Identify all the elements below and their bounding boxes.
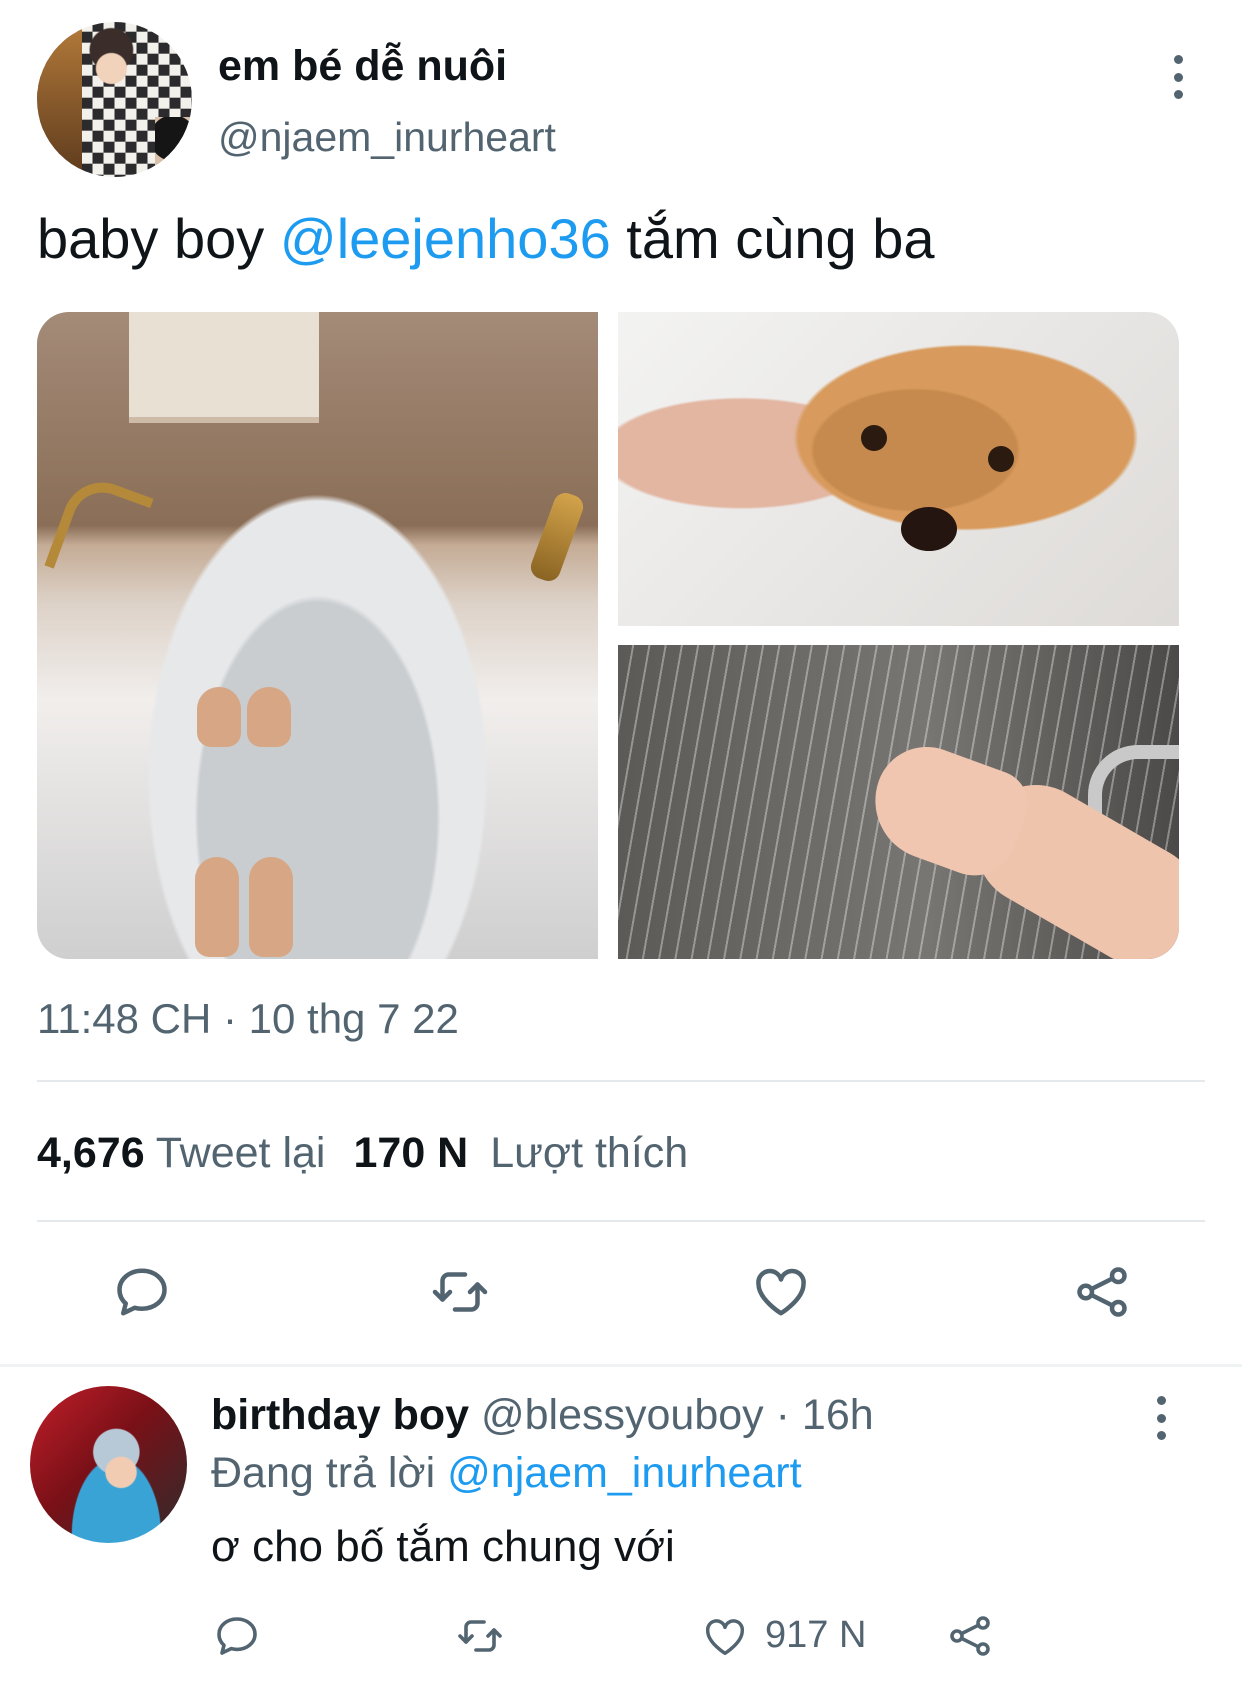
reply-like-count[interactable]: 917 N [765,1612,866,1658]
reply-text: ơ cho bố tắm chung với [211,1522,675,1571]
retweet-label[interactable]: Tweet lại [156,1129,326,1177]
reply-icon[interactable] [112,1262,172,1322]
retweet-count[interactable]: 4,676 [37,1129,145,1177]
tweet-text-before: baby boy [37,207,280,270]
more-options-icon[interactable] [1160,55,1196,99]
share-icon[interactable] [1072,1262,1132,1322]
like-label[interactable]: Lượt thích [490,1129,688,1177]
feet-detail [247,687,291,747]
tweet-text-after: tắm cùng ba [610,207,935,270]
divider [37,1220,1205,1222]
feet-detail [197,687,241,747]
reply-reply-icon[interactable] [213,1612,261,1660]
towel-detail [129,312,319,423]
media-photo-bathtub[interactable] [37,312,598,959]
reply-more-options-icon[interactable] [1143,1396,1179,1440]
author-avatar[interactable] [37,22,192,177]
media-photo-puppy[interactable] [618,312,1179,626]
tweet-text: baby boy @leejenho36 tắm cùng ba [37,204,934,274]
tweet-timestamp[interactable]: 11:48 CH · 10 thg 7 22 [37,993,459,1045]
divider [37,1080,1205,1082]
reply-retweet-icon[interactable] [454,1612,506,1660]
tweet-mention-link[interactable]: @leejenho36 [280,207,611,270]
section-separator [0,1364,1242,1367]
feet-detail [195,857,239,957]
puppy-eye [861,425,887,451]
retweet-icon[interactable] [428,1262,492,1322]
heart-icon[interactable] [750,1262,812,1322]
replying-prefix: Đang trả lời [211,1449,448,1497]
reply-display-name[interactable]: birthday boy [211,1391,469,1439]
author-handle[interactable]: @njaem_inurheart [218,112,556,162]
reply-handle[interactable]: @blessyouboy [481,1391,764,1439]
feet-detail [249,857,293,957]
reply-author-avatar[interactable] [30,1386,187,1543]
author-display-name[interactable]: em bé dễ nuôi [218,40,507,92]
tweet-stats: 4,676 Tweet lại 170 N Lượt thích [37,1126,688,1180]
media-grid [37,312,1179,959]
replying-to-line: Đang trả lời @njaem_inurheart [211,1446,802,1500]
replying-to-link[interactable]: @njaem_inurheart [447,1449,801,1497]
faucet-detail [44,471,154,593]
reply-share-icon[interactable] [946,1612,994,1660]
reply-heart-icon[interactable] [700,1614,750,1660]
like-count[interactable]: 170 N [353,1129,468,1177]
faucet-detail [527,489,587,585]
puppy-nose [901,507,957,551]
reply-time[interactable]: 16h [802,1391,874,1439]
media-photo-shower[interactable] [618,645,1179,959]
puppy-eye [988,446,1014,472]
reply-header: birthday boy @blessyouboy · 16h [211,1391,874,1439]
